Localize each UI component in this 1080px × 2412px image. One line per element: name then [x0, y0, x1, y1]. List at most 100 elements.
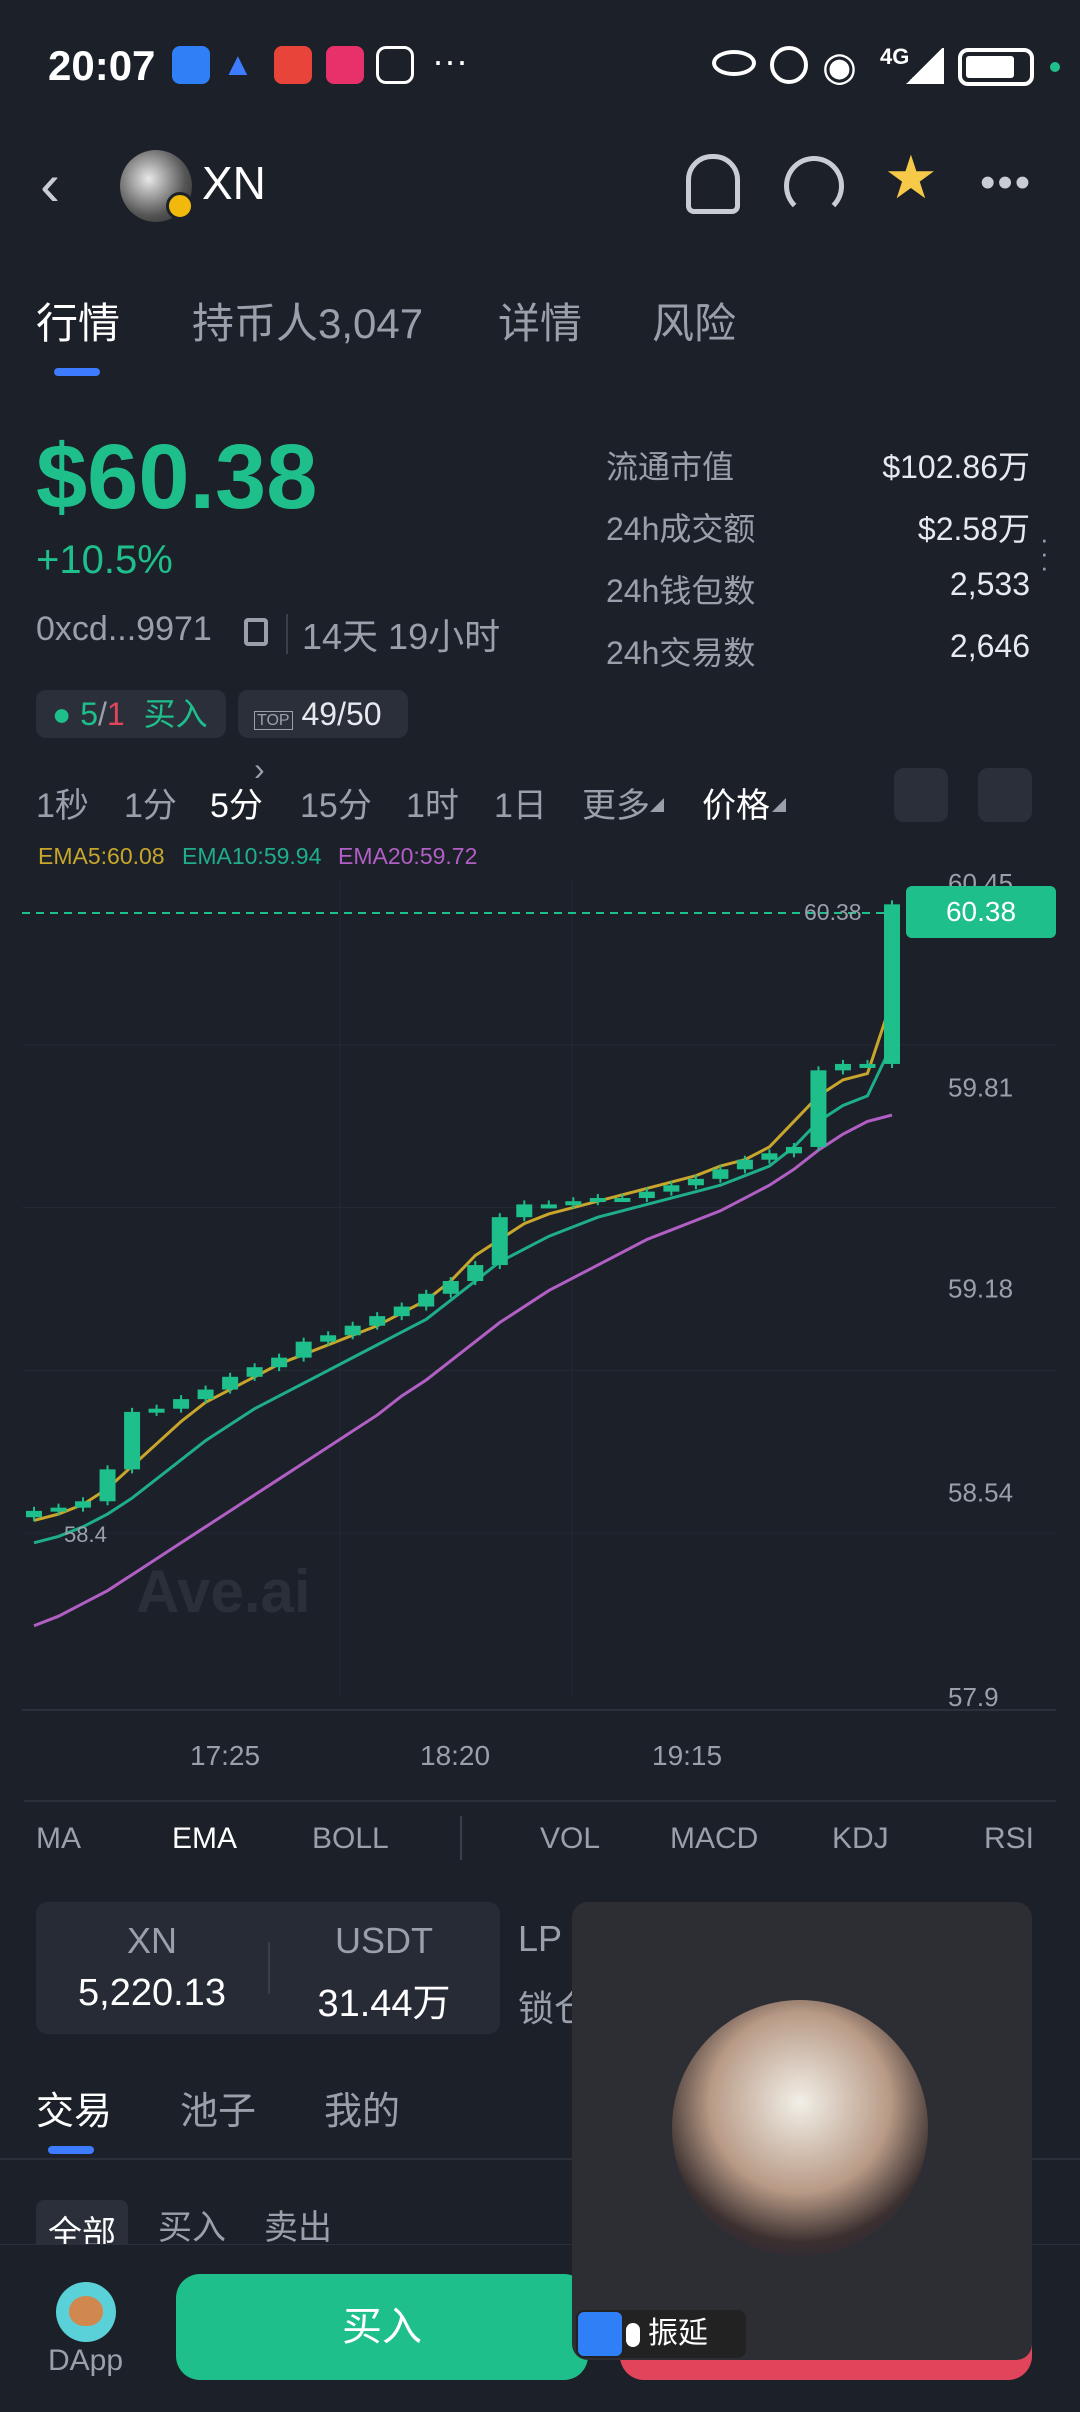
signal-icon	[904, 48, 944, 84]
tab-holders[interactable]: 持币人3,047	[192, 290, 423, 351]
indicator-ma[interactable]: MA	[36, 1822, 81, 1856]
ema10-line	[33, 1044, 894, 1545]
stat-value: $102.86万	[882, 449, 1030, 485]
money-bag-icon: ●	[52, 696, 72, 732]
gauge-icon[interactable]	[784, 156, 844, 216]
top-icon: TOP	[254, 711, 293, 730]
stat-label: 24h钱包数	[606, 573, 756, 609]
copy-icon[interactable]	[244, 618, 268, 646]
ema5-label: EMA5:60.08	[38, 843, 165, 869]
stat-label: 24h交易数	[606, 635, 756, 671]
tab-indicator	[48, 2146, 94, 2154]
y-tick: 58.54	[948, 1478, 1013, 1508]
x-tick: 19:15	[652, 1740, 723, 1771]
status-bar: 20:07 ▲ ··· ◉ 4G	[0, 0, 1080, 130]
top-value: 49/50	[301, 696, 382, 732]
interval-1d[interactable]: 1日	[494, 778, 547, 827]
stat-label: 流通市值	[606, 449, 735, 485]
interval-1h[interactable]: 1时	[406, 778, 459, 827]
tab-details[interactable]: 详情	[498, 290, 582, 351]
caller-video[interactable]	[672, 2000, 928, 2256]
caller-badge: 振延	[576, 2310, 746, 2358]
price-mode-select[interactable]: 价格	[702, 778, 770, 827]
star-icon[interactable]: ★	[884, 148, 938, 208]
last-price-label: 60.38	[804, 899, 862, 925]
user-icon	[578, 2312, 622, 2356]
indicator-macd[interactable]: MACD	[670, 1822, 758, 1856]
pool-token-label: XN	[126, 1920, 177, 1961]
pool-quote-value: 31.44万	[317, 1983, 451, 2025]
lark-icon	[172, 46, 210, 84]
divider	[24, 1800, 1056, 1802]
interval-1s[interactable]: 1秒	[36, 778, 89, 827]
interval-15m[interactable]: 15分	[300, 778, 372, 827]
x-tick: 18:20	[420, 1740, 491, 1771]
ema5-line	[33, 999, 894, 1522]
price-chart[interactable]: Ave.ai 60.38 58.4 60.4559.8159.1858.5457…	[0, 870, 1080, 1730]
buy-sell-ratio-chip[interactable]: ● 5/1 买入	[36, 690, 226, 738]
divider	[268, 1942, 270, 1994]
bell-icon[interactable]	[686, 154, 740, 214]
indicator-kdj[interactable]: KDJ	[832, 1822, 889, 1856]
divider	[286, 614, 288, 654]
top-holders-chip[interactable]: TOP 49/50 ›	[238, 690, 408, 787]
dapp-label[interactable]: DApp	[48, 2344, 123, 2378]
y-tick: 59.81	[948, 1072, 1013, 1102]
pool-token-value: 5,220.13	[78, 1972, 226, 2014]
current-price: $60.38	[36, 426, 318, 528]
dot-icon	[1050, 62, 1060, 72]
indicator-ema[interactable]: EMA	[172, 1822, 237, 1856]
tab-mine[interactable]: 我的	[324, 2080, 400, 2135]
y-tick: 57.9	[948, 1682, 999, 1712]
eye-icon	[712, 50, 756, 76]
pool-quote-label: USDT	[335, 1920, 433, 1961]
alarm-icon	[770, 46, 808, 84]
y-tick: 59.18	[948, 1273, 1013, 1303]
bnb-chain-icon	[166, 192, 194, 220]
tab-pools[interactable]: 池子	[180, 2080, 256, 2135]
indicator-vol[interactable]: VOL	[540, 1822, 600, 1856]
more-icon[interactable]: •••	[980, 158, 1032, 208]
hand-icon	[376, 46, 414, 84]
tab-market[interactable]: 行情	[36, 290, 120, 351]
battery-icon	[958, 48, 1034, 86]
page-title: XN	[202, 157, 266, 209]
meeting-icon: ▲	[222, 46, 254, 82]
more-icon: ···	[432, 40, 468, 81]
ratio-buy: 5	[80, 696, 99, 732]
token-age: 14天 19小时	[302, 616, 501, 657]
filter-buy[interactable]: 买入	[158, 2200, 226, 2249]
current-price-tag: 60.38	[906, 886, 1056, 938]
tab-indicator	[54, 368, 100, 376]
pancakeswap-icon[interactable]	[56, 2282, 116, 2342]
video-icon	[326, 46, 364, 84]
ema10-label: EMA10:59.94	[182, 843, 322, 869]
stat-value: 2,646	[949, 628, 1030, 664]
indicator-boll[interactable]: BOLL	[312, 1822, 389, 1856]
stat-label: 24h成交额	[606, 511, 756, 547]
status-time: 20:07	[48, 42, 156, 89]
tab-risk[interactable]: 风险	[652, 290, 736, 351]
indicator-toggle-icon[interactable]	[894, 768, 948, 822]
interval-1m[interactable]: 1分	[124, 778, 177, 827]
vertical-more-icon[interactable]: · · ·	[1040, 526, 1049, 580]
stat-value: 2,533	[949, 566, 1030, 602]
caret-down-icon	[772, 798, 786, 812]
ratio-label: 买入	[143, 696, 208, 732]
interval-5m[interactable]: 5分	[210, 778, 263, 827]
low-marker: 58.4	[64, 1522, 107, 1547]
caller-name: 振延	[648, 2317, 708, 2350]
mic-icon	[626, 2323, 640, 2348]
chart-settings-icon[interactable]	[978, 768, 1032, 822]
interval-more[interactable]: 更多	[582, 778, 650, 827]
buy-button[interactable]: 买入	[176, 2274, 588, 2380]
back-icon[interactable]: ‹	[40, 155, 60, 215]
filter-sell[interactable]: 卖出	[264, 2200, 332, 2249]
indicator-rsi[interactable]: RSI	[984, 1822, 1034, 1856]
mail-icon	[274, 46, 312, 84]
ema20-label: EMA20:59.72	[338, 843, 478, 869]
caret-down-icon	[650, 798, 664, 812]
divider	[460, 1816, 462, 1860]
tab-trades[interactable]: 交易	[36, 2080, 112, 2135]
ratio-sell: 1	[106, 696, 125, 732]
